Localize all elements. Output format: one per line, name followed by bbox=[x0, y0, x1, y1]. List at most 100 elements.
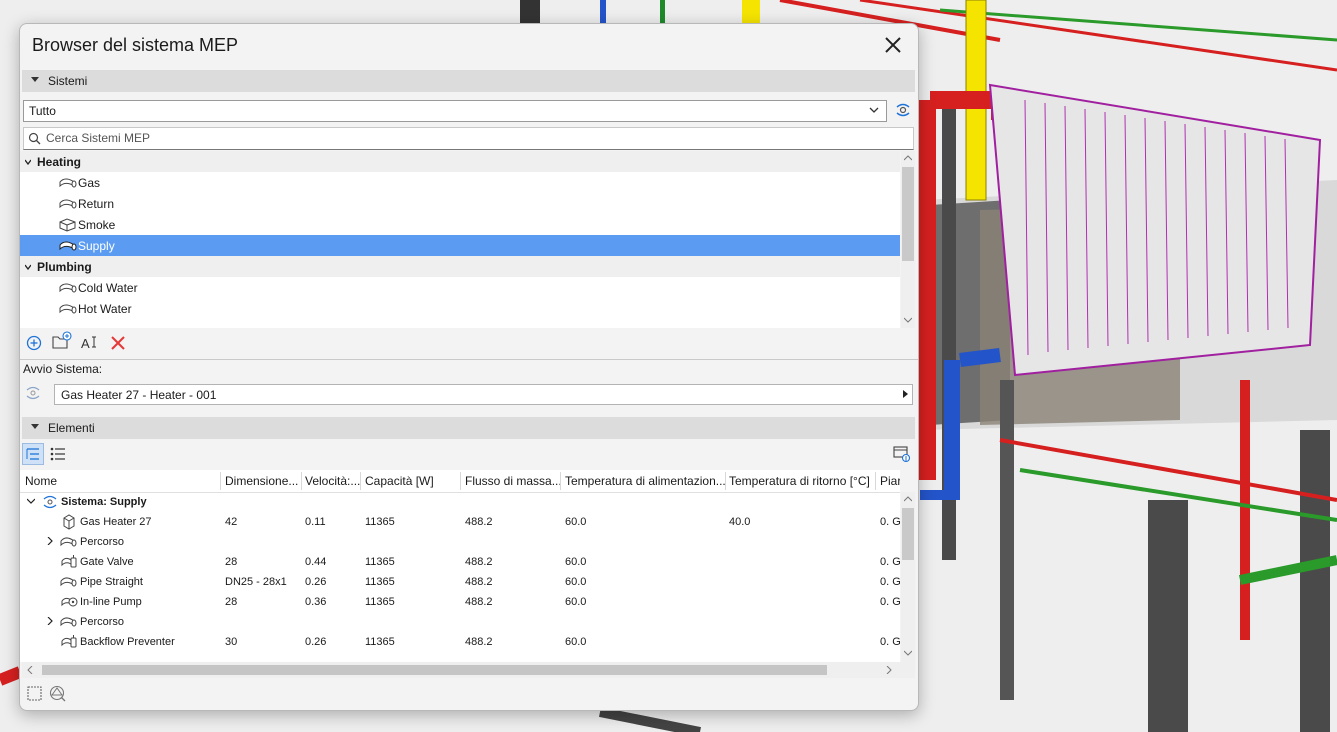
tree-scrollbar[interactable] bbox=[901, 151, 915, 328]
rename-icon[interactable]: A bbox=[80, 333, 100, 353]
tree-item-return[interactable]: Return bbox=[20, 193, 900, 214]
column-header-flusso[interactable]: Flusso di massa... bbox=[465, 474, 560, 488]
chevron-down-icon[interactable] bbox=[25, 159, 31, 165]
tree-item-hot-water[interactable]: Hot Water bbox=[20, 298, 900, 319]
cell-flusso: 488.2 bbox=[465, 556, 493, 568]
sistemi-section-header[interactable]: Sistemi bbox=[22, 70, 915, 92]
column-settings-icon[interactable] bbox=[892, 444, 912, 464]
collapse-triangle-icon[interactable] bbox=[31, 77, 39, 82]
tree-item-label: Supply bbox=[78, 239, 115, 253]
search-box[interactable] bbox=[23, 127, 914, 150]
cell-piano: 0. G bbox=[880, 516, 900, 528]
column-header-velocita[interactable]: Velocità:... bbox=[305, 474, 360, 488]
close-icon[interactable] bbox=[882, 34, 904, 56]
chevron-down-icon bbox=[869, 107, 879, 113]
chevron-right-icon[interactable] bbox=[46, 617, 54, 625]
scroll-right-icon[interactable] bbox=[886, 666, 892, 674]
tree-scroll-thumb[interactable] bbox=[902, 167, 914, 261]
cell-temp-alimentazione: 60.0 bbox=[565, 516, 587, 528]
cell-piano: 0. G bbox=[880, 556, 900, 568]
horizontal-scroll-thumb[interactable] bbox=[42, 665, 827, 675]
column-header-piano[interactable]: Piar bbox=[880, 474, 900, 488]
list-view-icon[interactable] bbox=[48, 444, 68, 464]
show-in-3d-icon[interactable] bbox=[48, 684, 68, 704]
table-row[interactable]: Percorso bbox=[20, 532, 900, 552]
table-row[interactable]: Gas Heater 27 42 0.11 11365 488.2 60.0 4… bbox=[20, 512, 900, 532]
scroll-left-icon[interactable] bbox=[27, 666, 33, 674]
system-filter-dropdown[interactable]: Tutto bbox=[23, 100, 887, 122]
system-start-icon[interactable] bbox=[25, 385, 41, 401]
collapse-triangle-icon[interactable] bbox=[31, 424, 39, 429]
cell-dimensione: 30 bbox=[225, 636, 238, 648]
tree-item-supply[interactable]: Supply bbox=[20, 235, 900, 256]
row-name: Percorso bbox=[80, 536, 125, 548]
cell-flusso: 488.2 bbox=[465, 596, 493, 608]
column-header-dimensione[interactable]: Dimensione... bbox=[225, 474, 301, 488]
cell-piano: 0. G bbox=[880, 636, 900, 648]
new-folder-icon[interactable] bbox=[52, 331, 72, 351]
table-row[interactable]: Backflow Preventer 30 0.26 11365 488.2 6… bbox=[20, 632, 900, 652]
cell-flusso: 488.2 bbox=[465, 636, 493, 648]
scroll-down-icon[interactable] bbox=[904, 317, 912, 323]
tree-item-gas[interactable]: Gas bbox=[20, 172, 900, 193]
cell-temp-alimentazione: 60.0 bbox=[565, 596, 587, 608]
table-row[interactable]: Sistema: Supply bbox=[20, 492, 900, 512]
table-scrollbar[interactable] bbox=[901, 492, 915, 662]
elementi-header-label: Elementi bbox=[48, 421, 95, 435]
elements-toolbar bbox=[22, 442, 915, 466]
divider bbox=[20, 359, 918, 360]
table-row[interactable]: Percorso bbox=[20, 612, 900, 632]
table-row[interactable]: Pipe Straight DN25 - 28x1 0.26 11365 488… bbox=[20, 572, 900, 592]
pipe-system-icon bbox=[59, 178, 77, 188]
column-header-capacita[interactable]: Capacità [W] bbox=[365, 474, 460, 488]
system-filter-value: Tutto bbox=[29, 104, 56, 118]
tree-view-icon[interactable] bbox=[22, 443, 44, 465]
table-horizontal-scrollbar[interactable] bbox=[22, 662, 915, 678]
chevron-down-icon[interactable] bbox=[27, 497, 35, 505]
cell-capacita: 11365 bbox=[365, 516, 395, 528]
scroll-up-icon[interactable] bbox=[904, 155, 912, 161]
row-name: Percorso bbox=[80, 616, 125, 628]
table-row[interactable]: Gate Valve 28 0.44 11365 488.2 60.0 0. G bbox=[20, 552, 900, 572]
bottom-toolbar bbox=[22, 681, 915, 707]
table-scroll-thumb[interactable] bbox=[902, 508, 914, 560]
tree-group-label: Heating bbox=[37, 155, 82, 169]
column-header-temp-ritorno[interactable]: Temperatura di ritorno [°C] bbox=[729, 474, 879, 488]
select-frame-icon[interactable] bbox=[25, 684, 45, 704]
chevron-down-icon[interactable] bbox=[25, 264, 31, 270]
chevron-right-icon[interactable] bbox=[903, 390, 908, 398]
table-header: Nome Dimensione... Velocità:... Capacità… bbox=[20, 470, 900, 493]
chevron-right-icon[interactable] bbox=[46, 537, 54, 545]
cell-velocita: 0.26 bbox=[305, 636, 327, 648]
row-name: Sistema: Supply bbox=[61, 496, 147, 508]
cell-capacita: 11365 bbox=[365, 576, 395, 588]
tree-group-heating[interactable]: Heating bbox=[20, 151, 900, 172]
cell-velocita: 0.11 bbox=[305, 516, 326, 528]
cell-capacita: 11365 bbox=[365, 596, 395, 608]
table-row[interactable]: In-line Pump 28 0.36 11365 488.2 60.0 0.… bbox=[20, 592, 900, 612]
tree-item-cold-water[interactable]: Cold Water bbox=[20, 277, 900, 298]
cell-dimensione: 28 bbox=[225, 596, 238, 608]
cell-temp-alimentazione: 60.0 bbox=[565, 576, 587, 588]
scroll-down-icon[interactable] bbox=[904, 650, 912, 656]
elementi-section-header[interactable]: Elementi bbox=[22, 417, 915, 439]
column-header-temp-alimentazione[interactable]: Temperatura di alimentazion... bbox=[565, 474, 725, 488]
cell-dimensione: 42 bbox=[225, 516, 238, 528]
avvio-sistema-field[interactable]: Gas Heater 27 - Heater - 001 bbox=[54, 384, 913, 405]
scroll-up-icon[interactable] bbox=[904, 496, 912, 502]
tree-item-smoke[interactable]: Smoke bbox=[20, 214, 900, 235]
row-name: In-line Pump bbox=[80, 596, 142, 608]
duct-system-icon bbox=[59, 218, 76, 232]
title-bar[interactable]: Browser del sistema MEP bbox=[20, 24, 918, 68]
route-icon bbox=[60, 617, 77, 627]
cell-capacita: 11365 bbox=[365, 636, 395, 648]
heater-icon bbox=[63, 514, 75, 530]
delete-icon[interactable] bbox=[108, 333, 128, 353]
tree-item-label: Hot Water bbox=[78, 302, 132, 316]
search-input[interactable] bbox=[46, 130, 896, 146]
avvio-sistema-value: Gas Heater 27 - Heater - 001 bbox=[61, 388, 217, 402]
system-settings-icon[interactable] bbox=[894, 101, 912, 119]
column-header-nome[interactable]: Nome bbox=[25, 474, 220, 488]
tree-group-plumbing[interactable]: Plumbing bbox=[20, 256, 900, 277]
add-system-icon[interactable] bbox=[24, 333, 44, 353]
